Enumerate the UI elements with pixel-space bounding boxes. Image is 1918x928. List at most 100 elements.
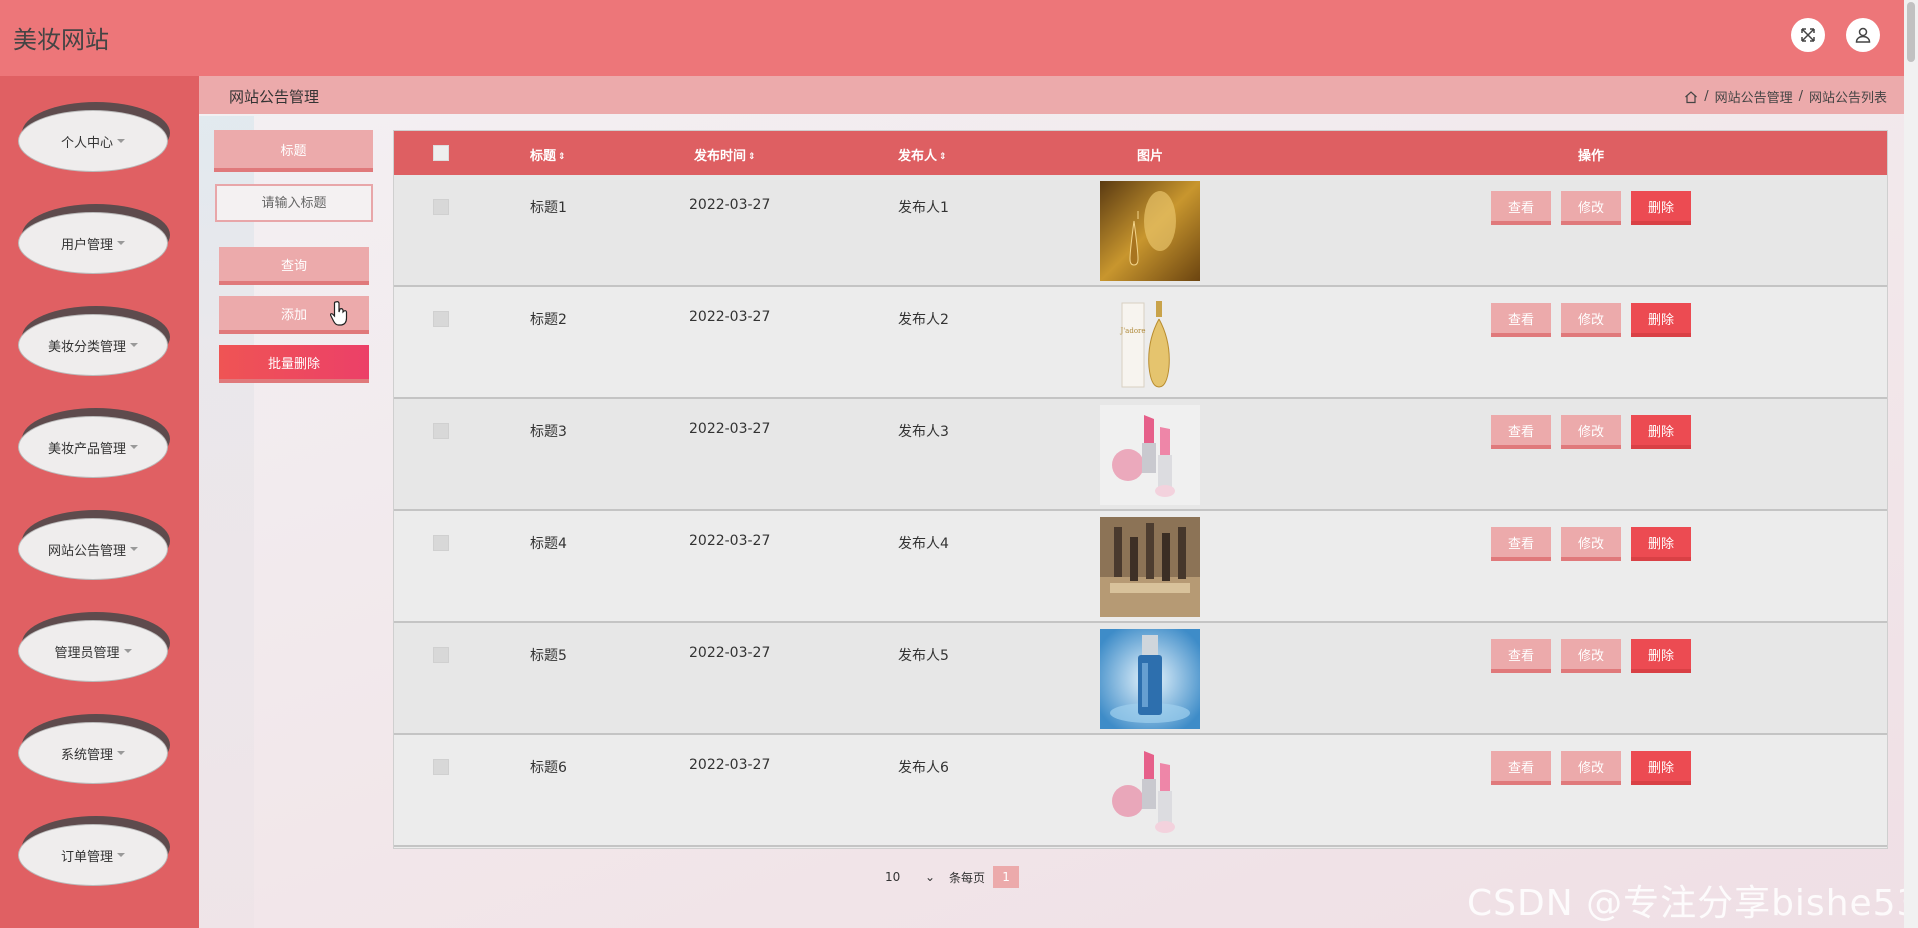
row-checkbox[interactable] — [433, 535, 449, 551]
cell-title: 标题2 — [530, 312, 567, 328]
cell-author: 发布人6 — [898, 760, 949, 776]
data-table: 标题 ⇕ 发布时间 ⇕ 发布人 ⇕ 图片 操作 标题1 2022-03-27 发布人1… — [393, 130, 1888, 849]
sidebar-item-announcement-management[interactable]: 网站公告管理 — [18, 510, 170, 584]
hand-cursor-icon — [330, 301, 348, 326]
sidebar-item-label: 个人中心 — [60, 135, 113, 151]
user-button[interactable] — [1846, 18, 1880, 52]
caret-down-icon — [130, 547, 138, 551]
delete-button[interactable]: 删除 — [1631, 751, 1691, 785]
row-image — [1100, 181, 1200, 281]
svg-text:J'adore: J'adore — [1119, 327, 1145, 335]
serum-bottle-image — [1100, 629, 1200, 729]
row-checkbox[interactable] — [433, 759, 449, 775]
sidebar-item-system-management[interactable]: 系统管理 — [18, 714, 170, 788]
delete-button[interactable]: 删除 — [1631, 191, 1691, 225]
search-input[interactable] — [215, 184, 373, 222]
decorative-stripe — [199, 116, 254, 928]
column-header-actions: 操作 — [1578, 149, 1605, 164]
scrollbar-thumb[interactable] — [1907, 2, 1915, 62]
column-header-time[interactable]: 发布时间 ⇕ — [694, 145, 756, 164]
caret-down-icon — [117, 853, 125, 857]
sidebar-item-product-management[interactable]: 美妆产品管理 — [18, 408, 170, 482]
view-button[interactable]: 查看 — [1491, 751, 1551, 785]
view-button[interactable]: 查看 — [1491, 415, 1551, 449]
cell-time: 2022-03-27 — [689, 421, 771, 437]
sidebar-item-category-management[interactable]: 美妆分类管理 — [18, 306, 170, 380]
view-button[interactable]: 查看 — [1491, 639, 1551, 673]
app-title: 美妆网站 — [13, 26, 109, 54]
table-row: 标题5 2022-03-27 发布人5 查看 修改 删除 — [394, 623, 1887, 735]
sidebar-item-label: 美妆产品管理 — [47, 441, 126, 457]
sidebar: 个人中心 用户管理 美妆分类管理 美妆产品管理 网站公告管理 管理员管理 系统管… — [0, 76, 199, 928]
cell-time: 2022-03-27 — [689, 197, 771, 213]
breadcrumb-level1[interactable]: 网站公告管理 — [1715, 87, 1793, 106]
cell-title: 标题1 — [530, 200, 567, 216]
page-number-button[interactable]: 1 — [993, 866, 1020, 888]
home-icon[interactable] — [1684, 90, 1698, 104]
query-button[interactable]: 查询 — [219, 247, 369, 285]
delete-button[interactable]: 删除 — [1631, 303, 1691, 337]
vertical-scrollbar[interactable] — [1904, 0, 1918, 928]
edit-button[interactable]: 修改 — [1561, 415, 1621, 449]
edit-button[interactable]: 修改 — [1561, 303, 1621, 337]
column-header-title[interactable]: 标题 ⇕ — [530, 145, 566, 164]
edit-button[interactable]: 修改 — [1561, 639, 1621, 673]
sidebar-item-label: 用户管理 — [60, 237, 113, 253]
sidebar-item-order-management[interactable]: 订单管理 — [18, 816, 170, 890]
table-row: 标题2 2022-03-27 发布人2 J'adore 查看 修改 删除 — [394, 287, 1887, 399]
cell-author: 发布人1 — [898, 200, 949, 216]
caret-down-icon — [117, 139, 125, 143]
table-row: 标题3 2022-03-27 发布人3 查看 修改 删除 — [394, 399, 1887, 511]
cell-time: 2022-03-27 — [689, 309, 771, 325]
main-content: 网站公告管理 / 网站公告管理 / 网站公告列表 标题 查询 添加 批量删除 标… — [199, 76, 1904, 928]
watermark: CSDN @专注分享bishe530 — [1467, 883, 1918, 924]
view-button[interactable]: 查看 — [1491, 303, 1551, 337]
brushes-image — [1100, 517, 1200, 617]
breadcrumb-separator: / — [1704, 89, 1709, 104]
cell-time: 2022-03-27 — [689, 533, 771, 549]
user-icon — [1855, 27, 1871, 43]
page-size-select[interactable]: 10 ⌄ — [879, 866, 941, 888]
view-button[interactable]: 查看 — [1491, 527, 1551, 561]
edit-button[interactable]: 修改 — [1561, 191, 1621, 225]
table-row: 标题6 2022-03-27 发布人6 查看 修改 删除 — [394, 735, 1887, 847]
perfume-bottle-image: J'adore — [1100, 293, 1200, 393]
search-label: 标题 — [214, 130, 373, 172]
cell-title: 标题5 — [530, 648, 567, 664]
pagination: 10 ⌄ 条每页 1 — [879, 866, 1020, 888]
table-row: 标题4 2022-03-27 发布人4 查看 修改 删除 — [394, 511, 1887, 623]
delete-button[interactable]: 删除 — [1631, 415, 1691, 449]
sidebar-item-admin-management[interactable]: 管理员管理 — [18, 612, 170, 686]
breadcrumb: / 网站公告管理 / 网站公告列表 — [1684, 87, 1887, 106]
per-page-label: 条每页 — [949, 870, 986, 885]
page-size-value: 10 — [885, 870, 901, 884]
cell-time: 2022-03-27 — [689, 645, 771, 661]
breadcrumb-bar: 网站公告管理 / 网站公告管理 / 网站公告列表 — [199, 76, 1904, 114]
row-checkbox[interactable] — [433, 423, 449, 439]
cell-title: 标题4 — [530, 536, 567, 552]
chevron-down-icon: ⌄ — [924, 870, 935, 884]
row-image — [1100, 405, 1200, 505]
delete-button[interactable]: 删除 — [1631, 639, 1691, 673]
breadcrumb-level2: 网站公告列表 — [1808, 91, 1887, 106]
sidebar-item-personal-center[interactable]: 个人中心 — [18, 102, 170, 176]
edit-button[interactable]: 修改 — [1561, 527, 1621, 561]
row-checkbox[interactable] — [433, 311, 449, 327]
batch-delete-button[interactable]: 批量删除 — [219, 345, 369, 383]
fullscreen-button[interactable] — [1791, 18, 1825, 52]
select-all-checkbox[interactable] — [433, 145, 449, 161]
row-image: J'adore — [1100, 293, 1200, 393]
cell-author: 发布人5 — [898, 648, 949, 664]
row-checkbox[interactable] — [433, 647, 449, 663]
sidebar-item-label: 网站公告管理 — [47, 543, 126, 559]
sort-icon: ⇕ — [748, 151, 756, 162]
view-button[interactable]: 查看 — [1491, 191, 1551, 225]
delete-button[interactable]: 删除 — [1631, 527, 1691, 561]
sidebar-item-user-management[interactable]: 用户管理 — [18, 204, 170, 278]
sort-icon: ⇕ — [939, 151, 947, 162]
row-checkbox[interactable] — [433, 199, 449, 215]
row-image — [1100, 517, 1200, 617]
cell-author: 发布人2 — [898, 312, 949, 328]
column-header-author[interactable]: 发布人 ⇕ — [898, 145, 947, 164]
edit-button[interactable]: 修改 — [1561, 751, 1621, 785]
